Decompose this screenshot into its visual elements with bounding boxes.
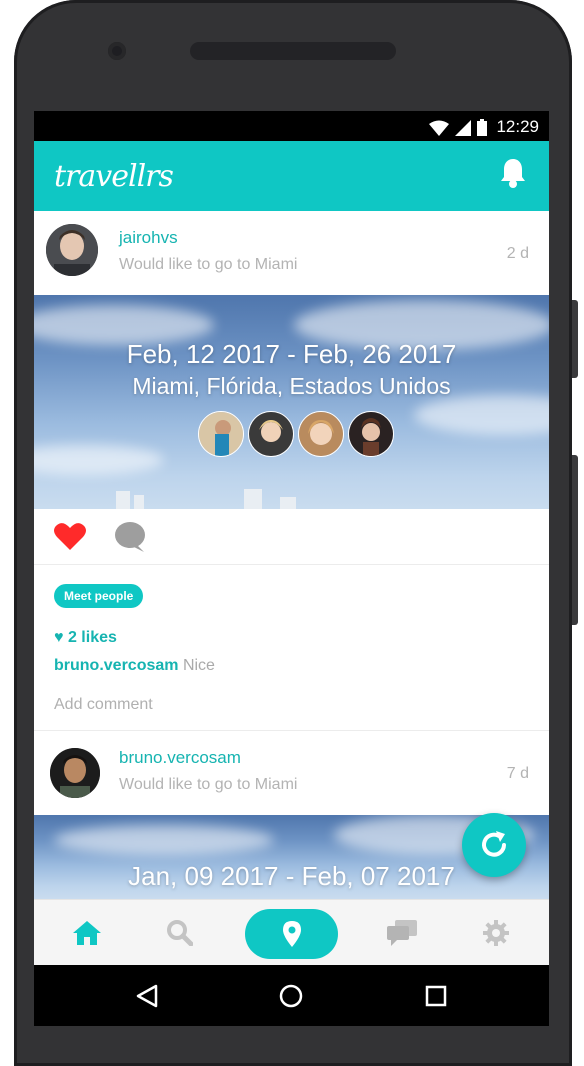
home-circle-icon xyxy=(279,984,303,1007)
system-recents-button[interactable] xyxy=(406,965,466,1026)
add-comment-input[interactable]: Add comment xyxy=(54,696,153,714)
post-username[interactable]: jairohvs xyxy=(119,228,178,248)
battery-icon xyxy=(477,119,487,136)
post-wish: Would like to go to Miami xyxy=(119,776,298,793)
nav-search[interactable] xyxy=(140,900,220,966)
volume-button xyxy=(572,300,578,378)
participant-avatar[interactable] xyxy=(198,411,244,457)
participant-avatar[interactable] xyxy=(248,411,294,457)
gear-icon xyxy=(483,920,509,946)
small-heart-icon: ♥ xyxy=(54,629,64,646)
system-back-button[interactable] xyxy=(117,965,177,1026)
participants[interactable] xyxy=(198,411,394,457)
likes-count[interactable]: ♥ 2 likes xyxy=(54,629,117,647)
back-icon xyxy=(136,984,158,1007)
clock: 12:29 xyxy=(496,117,539,136)
nav-chat[interactable] xyxy=(362,900,442,966)
status-bar: 12:29 xyxy=(34,111,549,141)
post-wish: Would like to go to Miami xyxy=(119,256,298,273)
trip-dates: Feb, 12 2017 - Feb, 26 2017 xyxy=(126,339,457,369)
comment-text: Nice xyxy=(182,657,215,674)
system-home-button[interactable] xyxy=(261,965,321,1026)
trip-tag[interactable]: Meet people xyxy=(54,584,144,608)
screen: 12:29 travellrs jairohvs Would like to g… xyxy=(34,111,549,1026)
post-time: 7 d xyxy=(506,765,529,782)
heart-icon[interactable] xyxy=(54,522,86,550)
power-button xyxy=(572,455,578,625)
signal-icon xyxy=(455,120,471,136)
search-icon xyxy=(167,920,193,946)
post-time: 2 d xyxy=(506,245,529,262)
likes-label: 2 likes xyxy=(67,629,117,646)
avatar[interactable] xyxy=(50,748,100,798)
trip-place: Miami, Flórida, Estados Unidos xyxy=(132,373,451,399)
comment-username[interactable]: bruno.vercosam xyxy=(54,657,178,674)
app-logo: travellrs xyxy=(54,159,174,194)
chat-icon xyxy=(387,920,417,946)
comment: bruno.vercosam Nice xyxy=(54,657,215,675)
refresh-button[interactable] xyxy=(462,813,526,877)
recents-icon xyxy=(425,985,447,1006)
refresh-icon xyxy=(482,831,506,857)
bell-icon[interactable] xyxy=(499,157,527,189)
post-header[interactable]: jairohvs Would like to go to Miami 2 d xyxy=(34,211,549,295)
nav-home[interactable] xyxy=(47,900,127,966)
earpiece-speaker xyxy=(190,42,396,60)
post-username[interactable]: bruno.vercosam xyxy=(119,748,241,768)
wifi-icon xyxy=(429,120,449,136)
participant-avatar[interactable] xyxy=(348,411,394,457)
app-bar: travellrs xyxy=(34,141,549,211)
post-header[interactable]: bruno.vercosam Would like to go to Miami… xyxy=(34,731,549,815)
bottom-nav xyxy=(34,899,549,966)
location-pin-icon xyxy=(282,921,301,947)
avatar[interactable] xyxy=(46,224,98,276)
system-nav-bar xyxy=(34,965,549,1026)
participant-avatar[interactable] xyxy=(298,411,344,457)
front-camera xyxy=(108,42,126,60)
nav-settings[interactable] xyxy=(456,900,536,966)
nav-location[interactable] xyxy=(245,909,338,959)
trip-banner[interactable]: Feb, 12 2017 - Feb, 26 2017 Miami, Flóri… xyxy=(34,295,549,509)
home-icon xyxy=(73,921,101,945)
post-actions xyxy=(34,509,549,565)
comment-icon[interactable] xyxy=(114,522,146,552)
